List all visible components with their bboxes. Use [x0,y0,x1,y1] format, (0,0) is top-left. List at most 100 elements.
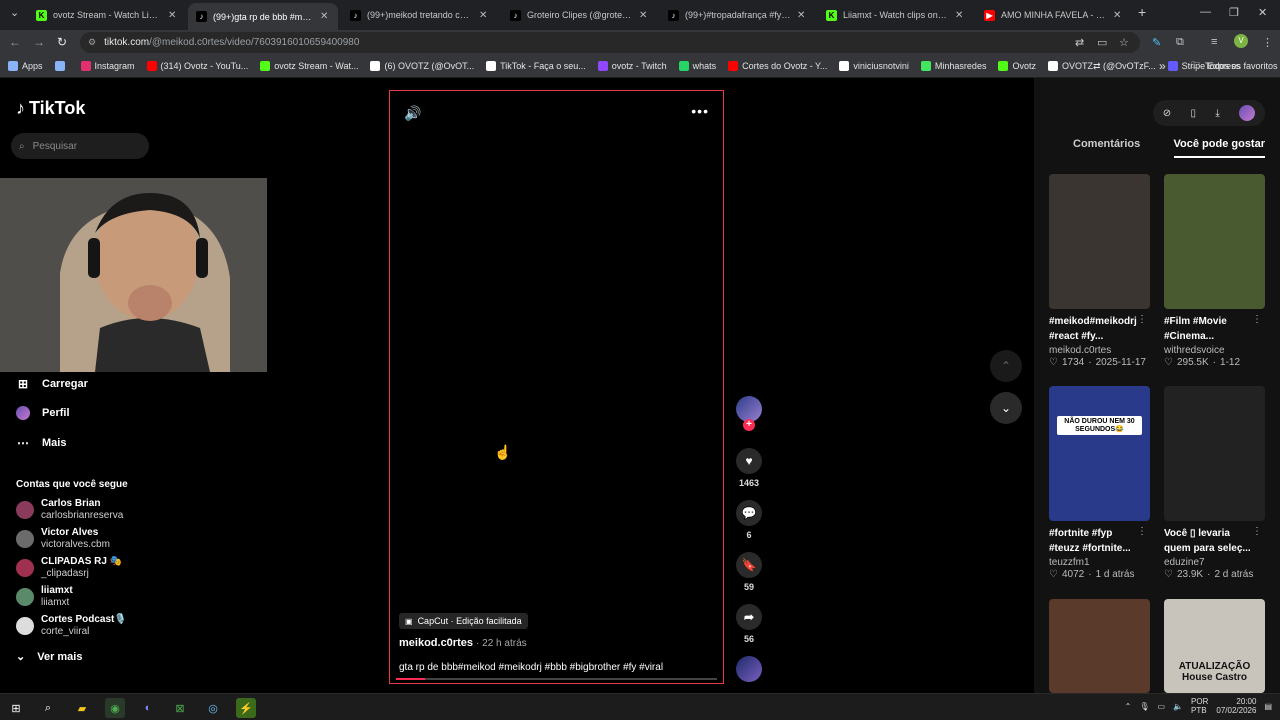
followed-account[interactable]: CLIPADAS RJ 🎭 _clipadasrj [16,556,122,580]
card-title[interactable]: #meikod#meikodrj #react #fy... [1049,314,1141,344]
tab-close-icon[interactable]: ✕ [797,10,807,21]
search-input[interactable]: ⌕ Pesquisar [11,133,149,159]
suggested-video-card[interactable]: NÃO DUROU NEM 30 SEGUNDOS😂 #fortnite #fyp… [1049,386,1150,580]
mic-icon[interactable]: 🎙 [1139,702,1149,711]
steam-icon[interactable]: ◎ [203,698,223,718]
video-thumbnail[interactable] [1164,386,1265,521]
excel-icon[interactable]: ⊠ [170,698,190,718]
bookmark-item[interactable]: whats [678,61,716,71]
comment-action[interactable]: 💬 6 [734,500,764,540]
bookmark-item[interactable]: viniciusnotvini [839,61,909,71]
bookmark-item[interactable]: ovotz - Twitch [597,61,667,71]
bookmark-item[interactable] [54,61,69,71]
browser-tab[interactable]: ♪ (99+)gta rp de bbb #meiko ✕ [188,3,338,30]
nav-more[interactable]: ⋯ Mais [16,436,66,450]
new-tab-button[interactable]: + [1138,4,1146,20]
bookmark-item[interactable]: Minhasredes [920,61,986,71]
card-more-icon[interactable]: ⋮ [1252,314,1262,325]
tab-close-icon[interactable]: ✕ [639,10,649,21]
volume-tray-icon[interactable]: 🔈 [1173,702,1183,711]
video-thumbnail[interactable]: ATUALIZAÇÃO House Castro [1164,599,1265,693]
browser-tab[interactable]: ▶ AMO MINHA FAVELA - MC ME ✕ [976,4,1131,26]
address-bar[interactable]: ⚙ tiktok.com/@meikod.c0rtes/video/760391… [80,32,1140,53]
all-bookmarks-folder[interactable]: 🗀 Todos os favoritos [1191,58,1278,74]
clock[interactable]: 20:00 07/02/2026 [1216,697,1256,715]
tiktok-logo[interactable]: ♪ TikTok [16,98,85,119]
card-more-icon[interactable]: ⋮ [1137,314,1147,325]
follow-plus-icon[interactable]: + [743,419,755,431]
tab-close-icon[interactable]: ✕ [1113,10,1123,21]
network-icon[interactable]: ▭ [1158,702,1166,711]
browser-tab[interactable]: K Liiamxt - Watch clips on Kick ✕ [818,4,973,26]
bookmark-item[interactable]: Apps [8,61,43,71]
reload-icon[interactable]: ↻ [57,35,67,49]
card-title[interactable]: Você ▯ levaria quem para seleç... [1164,526,1256,556]
media-icon[interactable]: ≡ [1211,36,1217,48]
like-action[interactable]: ♥ 1463 [734,448,764,488]
heart-icon[interactable]: ♥ [736,448,762,474]
translate-icon[interactable]: ⇄ [1075,36,1084,49]
extension-icon[interactable]: ✎ [1152,36,1161,49]
followed-account[interactable]: liiamxt liiamxt [16,585,73,609]
followed-account[interactable]: Carlos Brian carlosbrianreserva [16,498,123,522]
video-thumbnail[interactable]: NÃO DUROU NEM 30 SEGUNDOS😂 [1049,386,1150,521]
suggested-video-card[interactable]: #meikod#meikodrj #react #fy... ⋮ meikod.c0… [1049,174,1150,368]
followed-account[interactable]: Victor Alves victoralves.cbm [16,527,110,551]
browser-tab[interactable]: ♪ Groteiro Clipes (@groteiroclipe ✕ [502,4,657,26]
taskbar-search-icon[interactable]: ⌕ [38,698,58,718]
card-title[interactable]: #fortnite #fyp #teuzz #fortnite... [1049,526,1141,556]
video-more-icon[interactable]: ••• [691,103,709,119]
compass-icon[interactable]: ⊘ [1163,108,1171,119]
card-title[interactable]: #Film #Movie #Cinema... [1164,314,1256,344]
suggested-video-card[interactable]: ATUALIZAÇÃO House Castro [1164,599,1265,693]
notification-icon[interactable]: ▤ [1264,702,1272,711]
site-info-icon[interactable]: ⚙ [88,37,96,48]
minimize-button[interactable]: — [1200,6,1211,18]
video-thumbnail[interactable] [1049,599,1150,693]
menu-kebab-icon[interactable]: ⋮ [1262,36,1273,49]
suggested-video-card[interactable] [1049,599,1150,693]
share-action[interactable]: ➦ 56 [734,604,764,644]
nav-upload[interactable]: ⊞ Carregar [16,377,88,391]
volume-icon[interactable]: 🔊 [404,105,421,122]
user-avatar[interactable] [1239,105,1256,121]
capcut-badge[interactable]: ▣ CapCut · Edição facilitada [399,613,528,629]
browser-tab[interactable]: ♪ (99+)#tropadafrança #fyp #vir ✕ [660,4,815,26]
video-progress-bar[interactable] [396,678,717,680]
nav-profile[interactable]: Perfil [16,406,70,420]
card-more-icon[interactable]: ⋮ [1137,526,1147,537]
bookmark-item[interactable]: OVOTZ⇄ (@OvOTzF... [1047,61,1156,72]
see-more-button[interactable]: ⌄ Ver mais [16,650,82,664]
video-thumbnail[interactable] [1049,174,1150,309]
forward-icon[interactable]: → [33,35,45,49]
tab-close-icon[interactable]: ✕ [479,10,489,21]
bookmark-item[interactable]: Instagram [80,61,135,71]
video-author[interactable]: meikod.c0rtes · 22 h atrás [399,637,527,649]
language-indicator[interactable]: POR PTB [1191,697,1208,715]
tab-close-icon[interactable]: ✕ [168,10,178,21]
save-action[interactable]: 🔖 59 [734,552,764,592]
device-icon[interactable]: ▯ [1191,108,1197,119]
tab-close-icon[interactable]: ✕ [955,10,965,21]
bookmark-item[interactable]: Cortes do Ovotz - Y... [728,61,827,71]
browser-tab[interactable]: Kovotz Stream - Watch Live on K ✕ [28,4,186,26]
file-explorer-icon[interactable]: ▰ [72,698,92,718]
card-author[interactable]: eduzine7 [1164,557,1265,568]
tab-search-icon[interactable]: ⌄ [10,6,19,19]
suggested-video-card[interactable]: Você ▯ levaria quem para seleç... ⋮ eduzin… [1164,386,1265,580]
profile-avatar[interactable]: V [1234,34,1248,48]
bookmark-item[interactable]: TikTok - Faça o seu... [486,61,586,71]
card-author[interactable]: teuzzfm1 [1049,557,1150,568]
sound-disc-avatar[interactable] [736,656,762,682]
install-icon[interactable]: ▭ [1097,36,1107,49]
next-video-button[interactable]: ⌄ [990,392,1022,424]
share-icon[interactable]: ➦ [736,604,762,630]
tab-close-icon[interactable]: ✕ [320,11,330,22]
download-icon[interactable]: ⤓ [1215,108,1219,119]
followed-account[interactable]: Cortes Podcast🎙️ corte_viiral [16,614,127,638]
video-player[interactable]: 🔊 ••• ☝ ▣ CapCut · Edição facilitada mei… [389,90,724,684]
bookmark-item[interactable]: Ovotz [998,61,1036,71]
chrome-icon[interactable]: ◉ [105,698,125,718]
back-icon[interactable]: ← [9,35,21,49]
bookmark-star-icon[interactable]: ☆ [1119,36,1129,49]
